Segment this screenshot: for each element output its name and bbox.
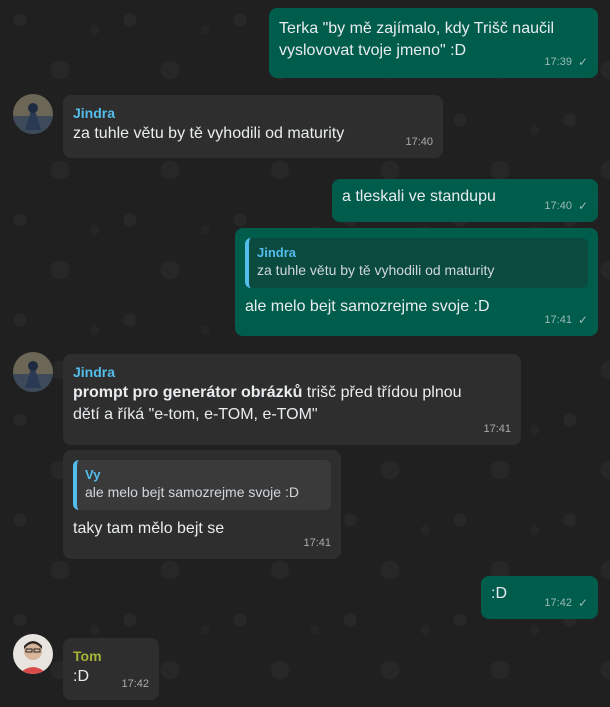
message-meta: 17:39 ✓: [544, 51, 588, 73]
incoming-message[interactable]: Tom :D 17:42: [63, 638, 159, 700]
sender-name: Jindra: [73, 105, 116, 121]
timestamp: 17:42: [544, 597, 572, 609]
message-meta: 17:40 ✓: [544, 195, 588, 217]
sender-name: Jindra: [73, 364, 116, 380]
quoted-message[interactable]: Jindra za tuhle větu by tě vyhodili od m…: [245, 238, 588, 288]
message-text-line: vyslovovat tvoje jmeno" :D: [279, 42, 467, 59]
message-meta: 17:40: [405, 131, 433, 153]
avatar-image: [13, 634, 53, 674]
timestamp: 17:40: [405, 136, 433, 148]
message-meta: 17:42 ✓: [544, 592, 588, 614]
avatar-tom[interactable]: [13, 634, 53, 674]
timestamp: 17:40: [544, 200, 572, 212]
message-meta: 17:41 ✓: [544, 309, 588, 331]
quoted-sender: Jindra: [257, 245, 297, 260]
message-text-line: prompt pro generátor obrázků trišč před …: [73, 382, 511, 404]
timestamp: 17:41: [303, 537, 331, 549]
incoming-reply-message[interactable]: Vy ale melo bejt samozrejme svoje :D tak…: [63, 450, 341, 559]
message-text-line: dětí a říká "e-tom, e-TOM, e-TOM": [73, 406, 318, 423]
quoted-message[interactable]: Vy ale melo bejt samozrejme svoje :D: [73, 460, 331, 510]
incoming-message[interactable]: Jindra prompt pro generátor obrázků triš…: [63, 354, 521, 445]
message-meta: 17:41: [303, 532, 331, 554]
message-meta: 17:41: [483, 418, 511, 440]
read-check-icon: ✓: [577, 313, 588, 327]
read-check-icon: ✓: [577, 596, 588, 610]
read-check-icon: ✓: [577, 199, 588, 213]
message-text: za tuhle větu by tě vyhodili od maturity: [73, 125, 345, 142]
outgoing-reply-message[interactable]: Jindra za tuhle větu by tě vyhodili od m…: [235, 228, 598, 336]
message-text-line: Terka "by mě zajímalo, kdy Trišč naučil: [279, 20, 555, 37]
bold-text: prompt pro generátor obrázků: [73, 384, 303, 401]
avatar-image: [13, 94, 53, 134]
quoted-sender: Vy: [85, 467, 101, 482]
avatar-jindra[interactable]: [13, 94, 53, 134]
outgoing-message[interactable]: Terka "by mě zajímalo, kdy Trišč naučil …: [269, 8, 598, 78]
timestamp: 17:39: [544, 56, 572, 68]
outgoing-message[interactable]: a tleskali ve standupu 17:40 ✓: [332, 179, 598, 222]
quoted-text: ale melo bejt samozrejme svoje :D: [85, 484, 299, 500]
timestamp: 17:41: [483, 423, 511, 435]
message-meta: 17:42: [121, 673, 149, 695]
message-text: taky tam mělo bejt se: [73, 520, 225, 537]
outgoing-message[interactable]: :D 17:42 ✓: [481, 576, 598, 619]
read-check-icon: ✓: [577, 55, 588, 69]
incoming-message[interactable]: Jindra za tuhle větu by tě vyhodili od m…: [63, 95, 443, 158]
timestamp: 17:42: [121, 678, 149, 690]
quoted-text: za tuhle větu by tě vyhodili od maturity: [257, 262, 495, 278]
avatar-jindra[interactable]: [13, 352, 53, 392]
timestamp: 17:41: [544, 314, 572, 326]
avatar-image: [13, 352, 53, 392]
message-text-rest: trišč před třídou plnou: [302, 384, 462, 401]
sender-name: Tom: [73, 648, 102, 664]
